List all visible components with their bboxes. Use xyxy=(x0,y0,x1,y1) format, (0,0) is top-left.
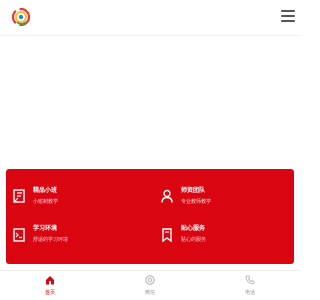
feature-teacher-team[interactable]: 师资团队 专业教师教学 xyxy=(150,177,294,216)
nav-item-home[interactable]: 首页 xyxy=(0,271,100,300)
menu-line xyxy=(281,10,295,12)
menu-line xyxy=(281,20,295,22)
feature-title: 贴心服务 xyxy=(181,226,206,233)
feature-title: 精品小班 xyxy=(33,187,58,194)
nav-label: 电话 xyxy=(244,290,255,296)
app-screen: 精品小班 小班制教学 师资团队 专业教师教学 学习环境 舒适的学习环境 贴心服务… xyxy=(0,0,300,300)
menu-line xyxy=(281,15,295,17)
nav-item-wechat[interactable]: 微信 xyxy=(100,271,200,300)
feature-subtitle: 专业教师教学 xyxy=(181,198,212,205)
feature-learning-environment[interactable]: 学习环境 舒适的学习环境 xyxy=(6,216,150,255)
feature-small-class[interactable]: 精品小班 小班制教学 xyxy=(6,177,150,216)
bottom-nav: 首页 微信 电话 xyxy=(0,270,300,300)
home-icon xyxy=(45,275,55,285)
chalkboard-icon xyxy=(12,227,26,243)
bookmark-icon xyxy=(160,227,174,243)
hamburger-menu-icon[interactable] xyxy=(280,8,296,24)
phone-icon xyxy=(245,275,255,285)
feature-subtitle: 舒适的学习环境 xyxy=(33,237,69,244)
nav-label: 微信 xyxy=(144,290,155,296)
nav-item-phone[interactable]: 电话 xyxy=(200,271,300,300)
certificate-icon xyxy=(12,188,26,204)
wechat-icon xyxy=(145,275,155,285)
feature-subtitle: 贴心的服务 xyxy=(181,237,207,244)
feature-subtitle: 小班制教学 xyxy=(33,198,59,205)
feature-panel: 精品小班 小班制教学 师资团队 专业教师教学 学习环境 舒适的学习环境 贴心服务… xyxy=(6,169,294,264)
brand-logo-icon[interactable] xyxy=(11,7,31,27)
nav-label: 首页 xyxy=(44,290,55,296)
feature-title: 师资团队 xyxy=(181,187,206,194)
user-icon xyxy=(160,188,174,204)
feature-caring-service[interactable]: 贴心服务 贴心的服务 xyxy=(150,216,294,255)
feature-title: 学习环境 xyxy=(33,226,58,233)
top-header xyxy=(0,0,300,36)
